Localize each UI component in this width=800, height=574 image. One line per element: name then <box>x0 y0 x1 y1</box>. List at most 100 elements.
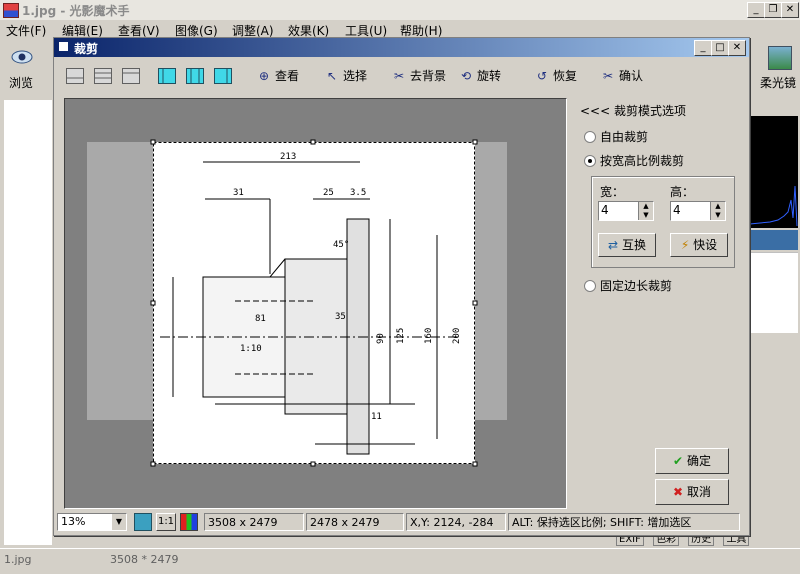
width-spinner-icon[interactable]: ▲ ▼ <box>638 202 653 220</box>
layout-vertical-3-icon[interactable] <box>214 68 232 84</box>
dialog-maximize-icon[interactable]: □ <box>711 40 729 56</box>
height-input[interactable]: 4 ▲ ▼ <box>670 201 726 221</box>
dialog-title-bar: 裁剪 _ □ ✕ <box>54 38 749 57</box>
eye-icon <box>11 50 33 64</box>
dropdown-icon[interactable]: ▼ <box>112 514 126 530</box>
height-value: 4 <box>673 203 681 217</box>
label-dia-b: 125 <box>396 328 406 344</box>
quick-set-button[interactable]: ⚡ 快设 <box>670 233 728 257</box>
label-taper: 1:10 <box>240 344 262 354</box>
x-icon: ✖ <box>673 485 684 499</box>
dialog-title: 裁剪 <box>74 42 99 56</box>
remove-bg-label: 去背景 <box>410 69 447 83</box>
label-dia-c: 160 <box>424 328 434 344</box>
label-dim-c: 3.5 <box>350 188 366 198</box>
options-header[interactable]: <<< 裁剪模式选项 <box>580 102 686 119</box>
cursor-icon: ↖ <box>326 69 338 83</box>
selection-size: 2478 x 2479 <box>306 513 404 531</box>
scissors-icon: ✂ <box>602 69 614 83</box>
ratio-group: 宽： 高： 4 ▲ ▼ 4 ▲ ▼ ⇄ 互换 ⚡ 快设 <box>591 176 735 268</box>
swap-label: 互换 <box>621 238 646 252</box>
label-dim-e: 81 <box>255 314 266 324</box>
rotate-button[interactable]: ⟲ 旋转 <box>458 66 501 86</box>
layout-vertical-1-icon[interactable] <box>158 68 176 84</box>
browse-label: 浏览 <box>9 76 34 90</box>
rotate-label: 旋转 <box>477 69 502 83</box>
fixed-crop-label[interactable]: 固定边长裁剪 <box>600 277 672 294</box>
ratio-crop-radio[interactable] <box>584 155 596 167</box>
minimize-icon[interactable]: _ <box>747 2 765 18</box>
crop-preview[interactable]: 213 31 25 3.5 35 81 1:10 45° 11 90 125 1… <box>65 99 566 508</box>
restore-button[interactable]: ↺ 恢复 <box>534 66 577 86</box>
dialog-icon <box>59 42 68 51</box>
zoom-select[interactable]: 13% ▼ <box>57 513 127 531</box>
confirm-crop-button[interactable]: ✂ 确认 <box>600 66 643 86</box>
select-button[interactable]: ↖ 选择 <box>324 66 367 86</box>
swap-icon: ⇄ <box>608 238 619 252</box>
layout-horizontal-1-icon[interactable] <box>66 68 84 84</box>
label-dia-a: 90 <box>376 333 386 344</box>
menu-bar: 文件(F) 编辑(E) 查看(V) 图像(G) 调整(A) 效果(K) 工具(U… <box>0 20 800 38</box>
cancel-label: 取消 <box>686 485 711 499</box>
crop-dialog: 裁剪 _ □ ✕ ⊕ 查看 ↖ 选择 ✂ 去背景 ⟲ 旋转 ↺ 恢复 ✂ 确认 <box>53 37 750 536</box>
confirm-label: 确认 <box>619 69 644 83</box>
fixed-crop-radio[interactable] <box>584 280 596 292</box>
label-angle: 45° <box>333 240 349 250</box>
dialog-close-icon[interactable]: ✕ <box>728 40 746 56</box>
free-crop-label[interactable]: 自由裁剪 <box>600 128 648 145</box>
remove-bg-button[interactable]: ✂ 去背景 <box>391 66 446 86</box>
quick-set-label: 快设 <box>693 238 718 252</box>
select-label: 选择 <box>343 69 368 83</box>
scissors-bg-icon: ✂ <box>393 69 405 83</box>
cursor-coords: X,Y: 2124, -284 <box>406 513 506 531</box>
status-dimensions: 3508 * 2479 <box>110 553 179 566</box>
label-dia-d: 200 <box>452 328 462 344</box>
view-label: 查看 <box>275 69 300 83</box>
menu-file[interactable]: 文件(F) <box>6 22 46 39</box>
ok-label: 确定 <box>686 454 711 468</box>
layout-horizontal-3-icon[interactable] <box>122 68 140 84</box>
browse-button[interactable] <box>10 46 34 68</box>
histogram <box>749 116 798 228</box>
undo-icon: ↺ <box>536 69 548 83</box>
crop-canvas[interactable]: 213 31 25 3.5 35 81 1:10 45° 11 90 125 1… <box>64 98 567 509</box>
ratio-crop-label[interactable]: 按宽高比例裁剪 <box>600 152 684 169</box>
rotate-icon: ⟲ <box>460 69 472 83</box>
soft-focus-icon[interactable] <box>768 46 792 70</box>
layout-vertical-2-icon[interactable] <box>186 68 204 84</box>
restore-icon[interactable]: ❐ <box>764 2 782 18</box>
dialog-status-bar: 13% ▼ 1:1 3508 x 2479 2478 x 2479 X,Y: 2… <box>56 512 746 532</box>
width-label: 宽： <box>600 185 625 199</box>
info-table <box>750 252 798 333</box>
lightning-icon: ⚡ <box>680 238 690 252</box>
height-label: 高： <box>670 185 695 199</box>
actual-size-button[interactable]: 1:1 <box>156 513 176 531</box>
zoom-value: 13% <box>61 515 86 528</box>
free-crop-radio[interactable] <box>584 131 596 143</box>
soft-focus-label: 柔光镜 <box>760 76 797 90</box>
crop-options-panel: <<< 裁剪模式选项 自由裁剪 按宽高比例裁剪 宽： 高： 4 ▲ ▼ 4 ▲ ▼ … <box>574 98 746 498</box>
right-panel: 柔光镜 EXIF 色彩 历史 工具 <box>616 38 800 548</box>
color-grid-icon[interactable] <box>180 513 198 531</box>
info-header <box>750 230 798 250</box>
restore-label: 恢复 <box>553 69 578 83</box>
label-dim-d: 35 <box>335 312 346 322</box>
layout-horizontal-2-icon[interactable] <box>94 68 112 84</box>
ok-button[interactable]: ✔ 确定 <box>655 448 729 474</box>
status-filename: 1.jpg <box>4 553 32 566</box>
height-spinner-icon[interactable]: ▲ ▼ <box>710 202 725 220</box>
zoom-icon: ⊕ <box>258 69 270 83</box>
close-icon[interactable]: ✕ <box>781 2 799 18</box>
status-hint: ALT: 保持选区比例; SHIFT: 增加选区 <box>508 513 740 531</box>
fit-window-icon[interactable] <box>134 513 152 531</box>
dialog-toolbar: ⊕ 查看 ↖ 选择 ✂ 去背景 ⟲ 旋转 ↺ 恢复 ✂ 确认 <box>58 62 744 90</box>
dialog-minimize-icon[interactable]: _ <box>694 40 712 56</box>
label-dim-b: 25 <box>323 188 334 198</box>
label-top-dim: 213 <box>280 152 296 162</box>
cancel-button[interactable]: ✖ 取消 <box>655 479 729 505</box>
app-icon <box>3 3 19 18</box>
swap-button[interactable]: ⇄ 互换 <box>598 233 656 257</box>
image-size: 3508 x 2479 <box>204 513 304 531</box>
width-input[interactable]: 4 ▲ ▼ <box>598 201 654 221</box>
view-button[interactable]: ⊕ 查看 <box>256 66 299 86</box>
